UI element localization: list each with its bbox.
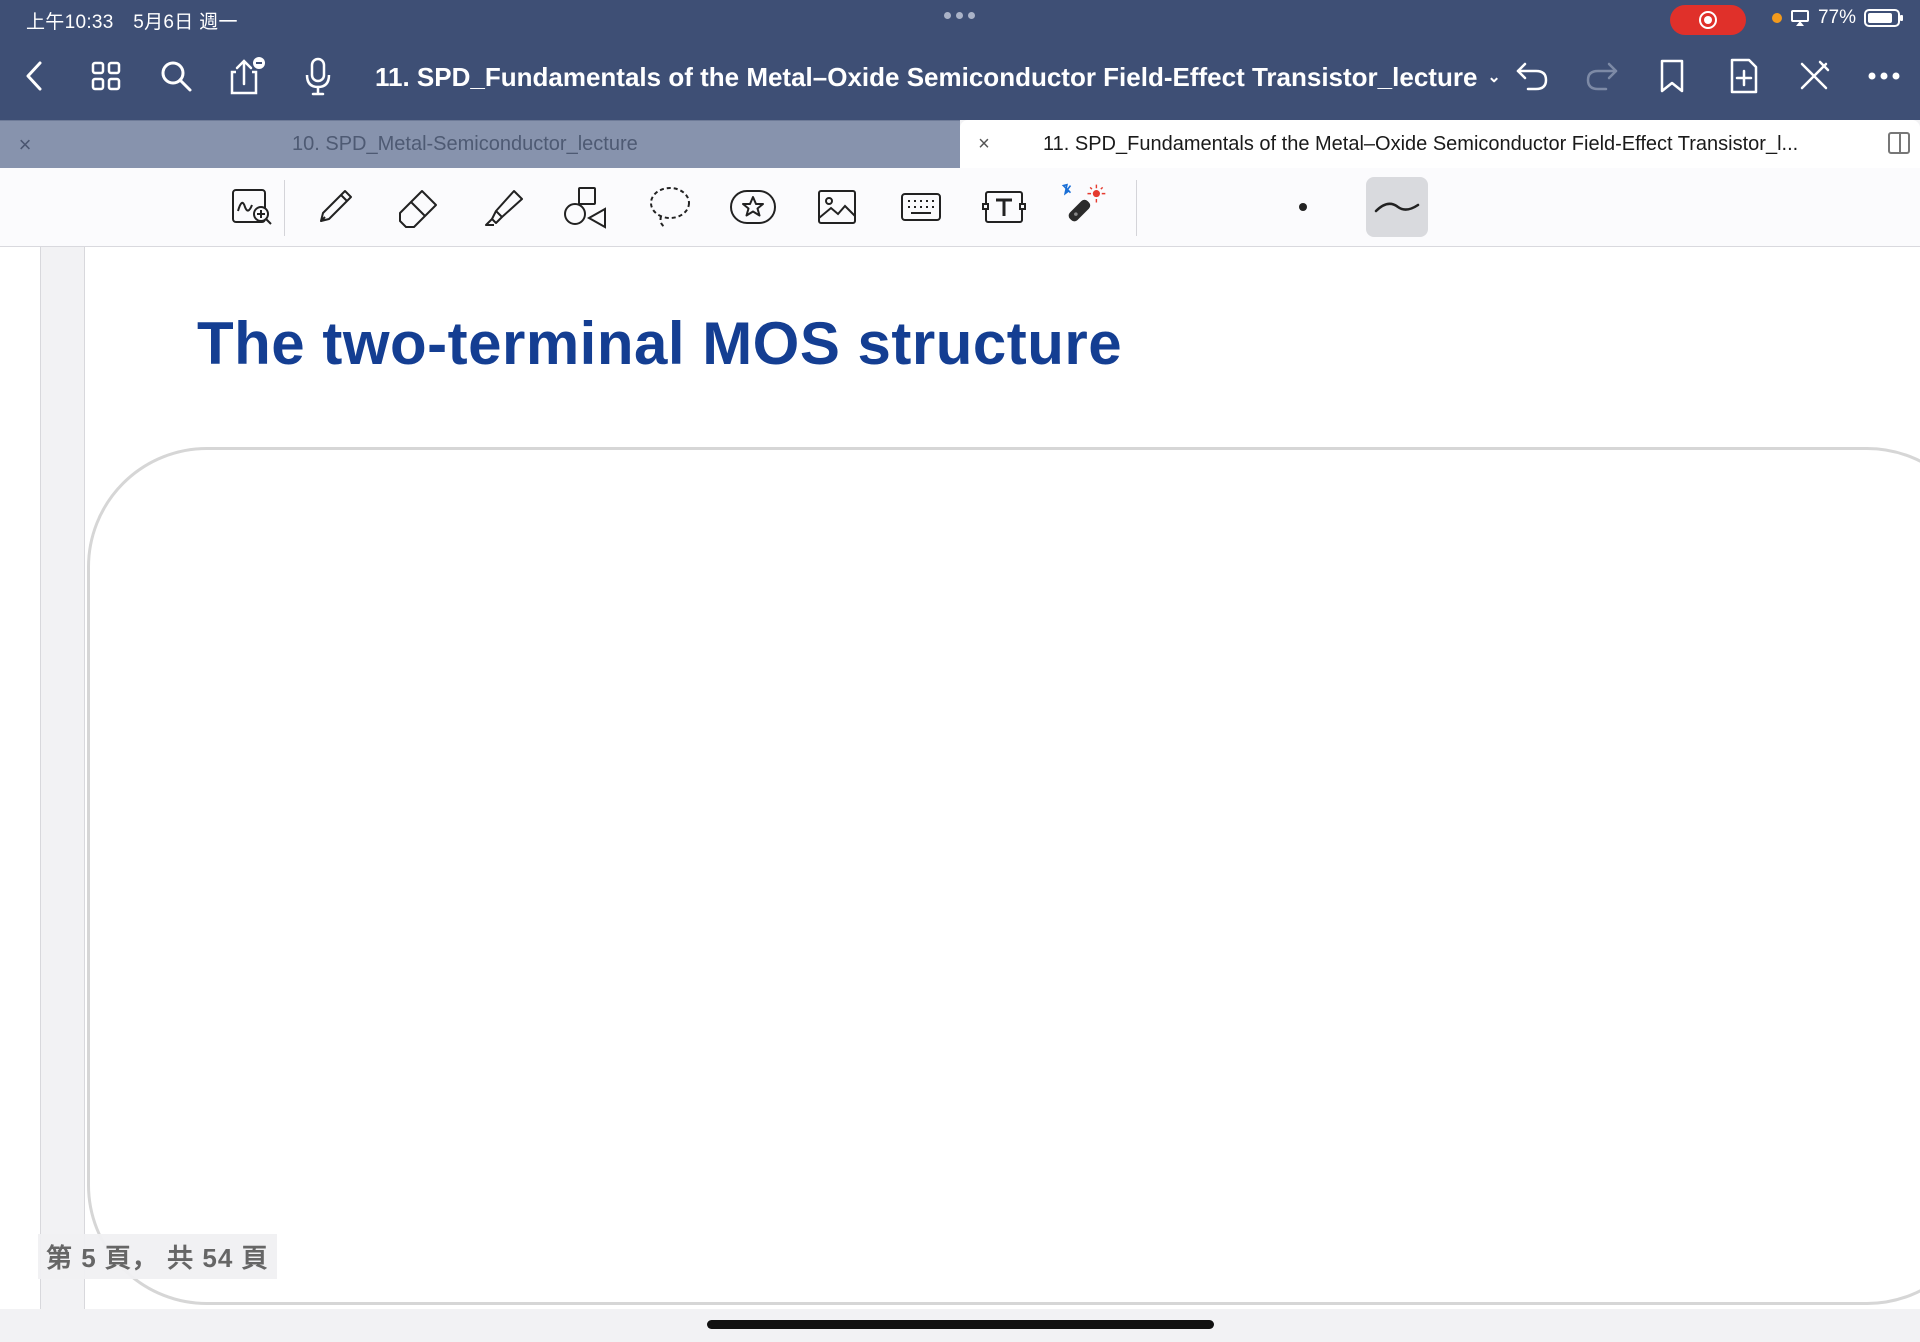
microphone-icon[interactable] xyxy=(298,56,338,96)
pen-thickness-dot-icon[interactable] xyxy=(1299,203,1307,211)
text-box-tool-icon[interactable] xyxy=(979,182,1029,232)
airplay-icon xyxy=(1790,10,1809,26)
eraser-tool-icon[interactable] xyxy=(393,182,443,232)
pen-tool-icon[interactable] xyxy=(310,182,360,232)
undo-icon[interactable] xyxy=(1512,56,1552,96)
battery-percent: 77% xyxy=(1817,7,1856,28)
document-title-text: 11. SPD_Fundamentals of the Metal–Oxide … xyxy=(375,62,1478,92)
slide-title: The two-terminal MOS structure xyxy=(197,310,1123,377)
more-options-icon[interactable] xyxy=(1864,56,1904,96)
bookmark-icon[interactable] xyxy=(1652,56,1692,96)
close-tab-icon[interactable]: × xyxy=(960,133,1008,156)
shapes-tool-icon[interactable] xyxy=(560,182,610,232)
status-time: 上午10:33 xyxy=(26,12,114,33)
sticker-tool-icon[interactable] xyxy=(728,182,778,232)
highlighter-tool-icon[interactable] xyxy=(477,182,527,232)
top-bar: 上午10:33 5月6日 週一 77% 11. SPD_Fundamentals… xyxy=(0,0,1920,120)
toolbar-divider xyxy=(1136,180,1137,236)
add-page-icon[interactable] xyxy=(1724,56,1764,96)
status-bar-right: 77% xyxy=(1771,7,1903,29)
keyboard-tool-icon[interactable] xyxy=(896,182,946,232)
redo-icon[interactable] xyxy=(1582,56,1622,96)
mic-in-use-dot-icon xyxy=(1771,13,1782,23)
previous-page-edge xyxy=(0,247,41,1309)
status-bar-left: 上午10:33 5月6日 週一 xyxy=(26,7,252,34)
lasso-tool-icon[interactable] xyxy=(645,182,695,232)
toolbar-divider xyxy=(284,180,285,236)
slide-content-box xyxy=(87,447,1920,1305)
screen-record-indicator[interactable] xyxy=(1670,5,1746,35)
battery-icon xyxy=(1864,9,1903,27)
back-icon[interactable] xyxy=(14,56,54,96)
close-tab-icon[interactable]: × xyxy=(0,132,50,158)
document-canvas[interactable]: The two-terminal MOS structure xyxy=(0,247,1920,1342)
annotation-toolbar xyxy=(0,168,1920,247)
tab-label: 10. SPD_Metal-Semiconductor_lecture xyxy=(292,133,638,155)
tab-label: 11. SPD_Fundamentals of the Metal–Oxide … xyxy=(1043,132,1799,155)
share-icon[interactable] xyxy=(226,56,266,96)
stroke-curve-icon xyxy=(1374,202,1420,213)
slide-page[interactable]: The two-terminal MOS structure xyxy=(84,247,1920,1309)
stroke-style-button[interactable] xyxy=(1366,177,1428,237)
page-indicator: 第 5 頁， 共 54 頁 xyxy=(38,1234,277,1279)
multitasking-dots-icon[interactable] xyxy=(944,12,975,19)
document-tabs: × 10. SPD_Metal-Semiconductor_lecture × … xyxy=(0,120,1920,168)
chevron-down-icon[interactable]: ⌄ xyxy=(1487,69,1500,86)
laser-pointer-icon[interactable] xyxy=(1058,182,1108,232)
status-date: 5月6日 週一 xyxy=(133,12,238,33)
home-indicator[interactable] xyxy=(707,1320,1214,1329)
tab-metal-semiconductor[interactable]: × 10. SPD_Metal-Semiconductor_lecture xyxy=(0,120,960,168)
thumbnails-grid-icon[interactable] xyxy=(86,56,126,96)
tab-mosfet-fundamentals[interactable]: × 11. SPD_Fundamentals of the Metal–Oxid… xyxy=(960,120,1920,168)
split-view-icon[interactable] xyxy=(1888,132,1910,154)
document-title[interactable]: 11. SPD_Fundamentals of the Metal–Oxide … xyxy=(375,62,1501,93)
search-icon[interactable] xyxy=(156,56,196,96)
zoom-window-icon[interactable] xyxy=(227,182,277,232)
close-pen-tools-icon[interactable] xyxy=(1794,56,1834,96)
image-tool-icon[interactable] xyxy=(812,182,862,232)
